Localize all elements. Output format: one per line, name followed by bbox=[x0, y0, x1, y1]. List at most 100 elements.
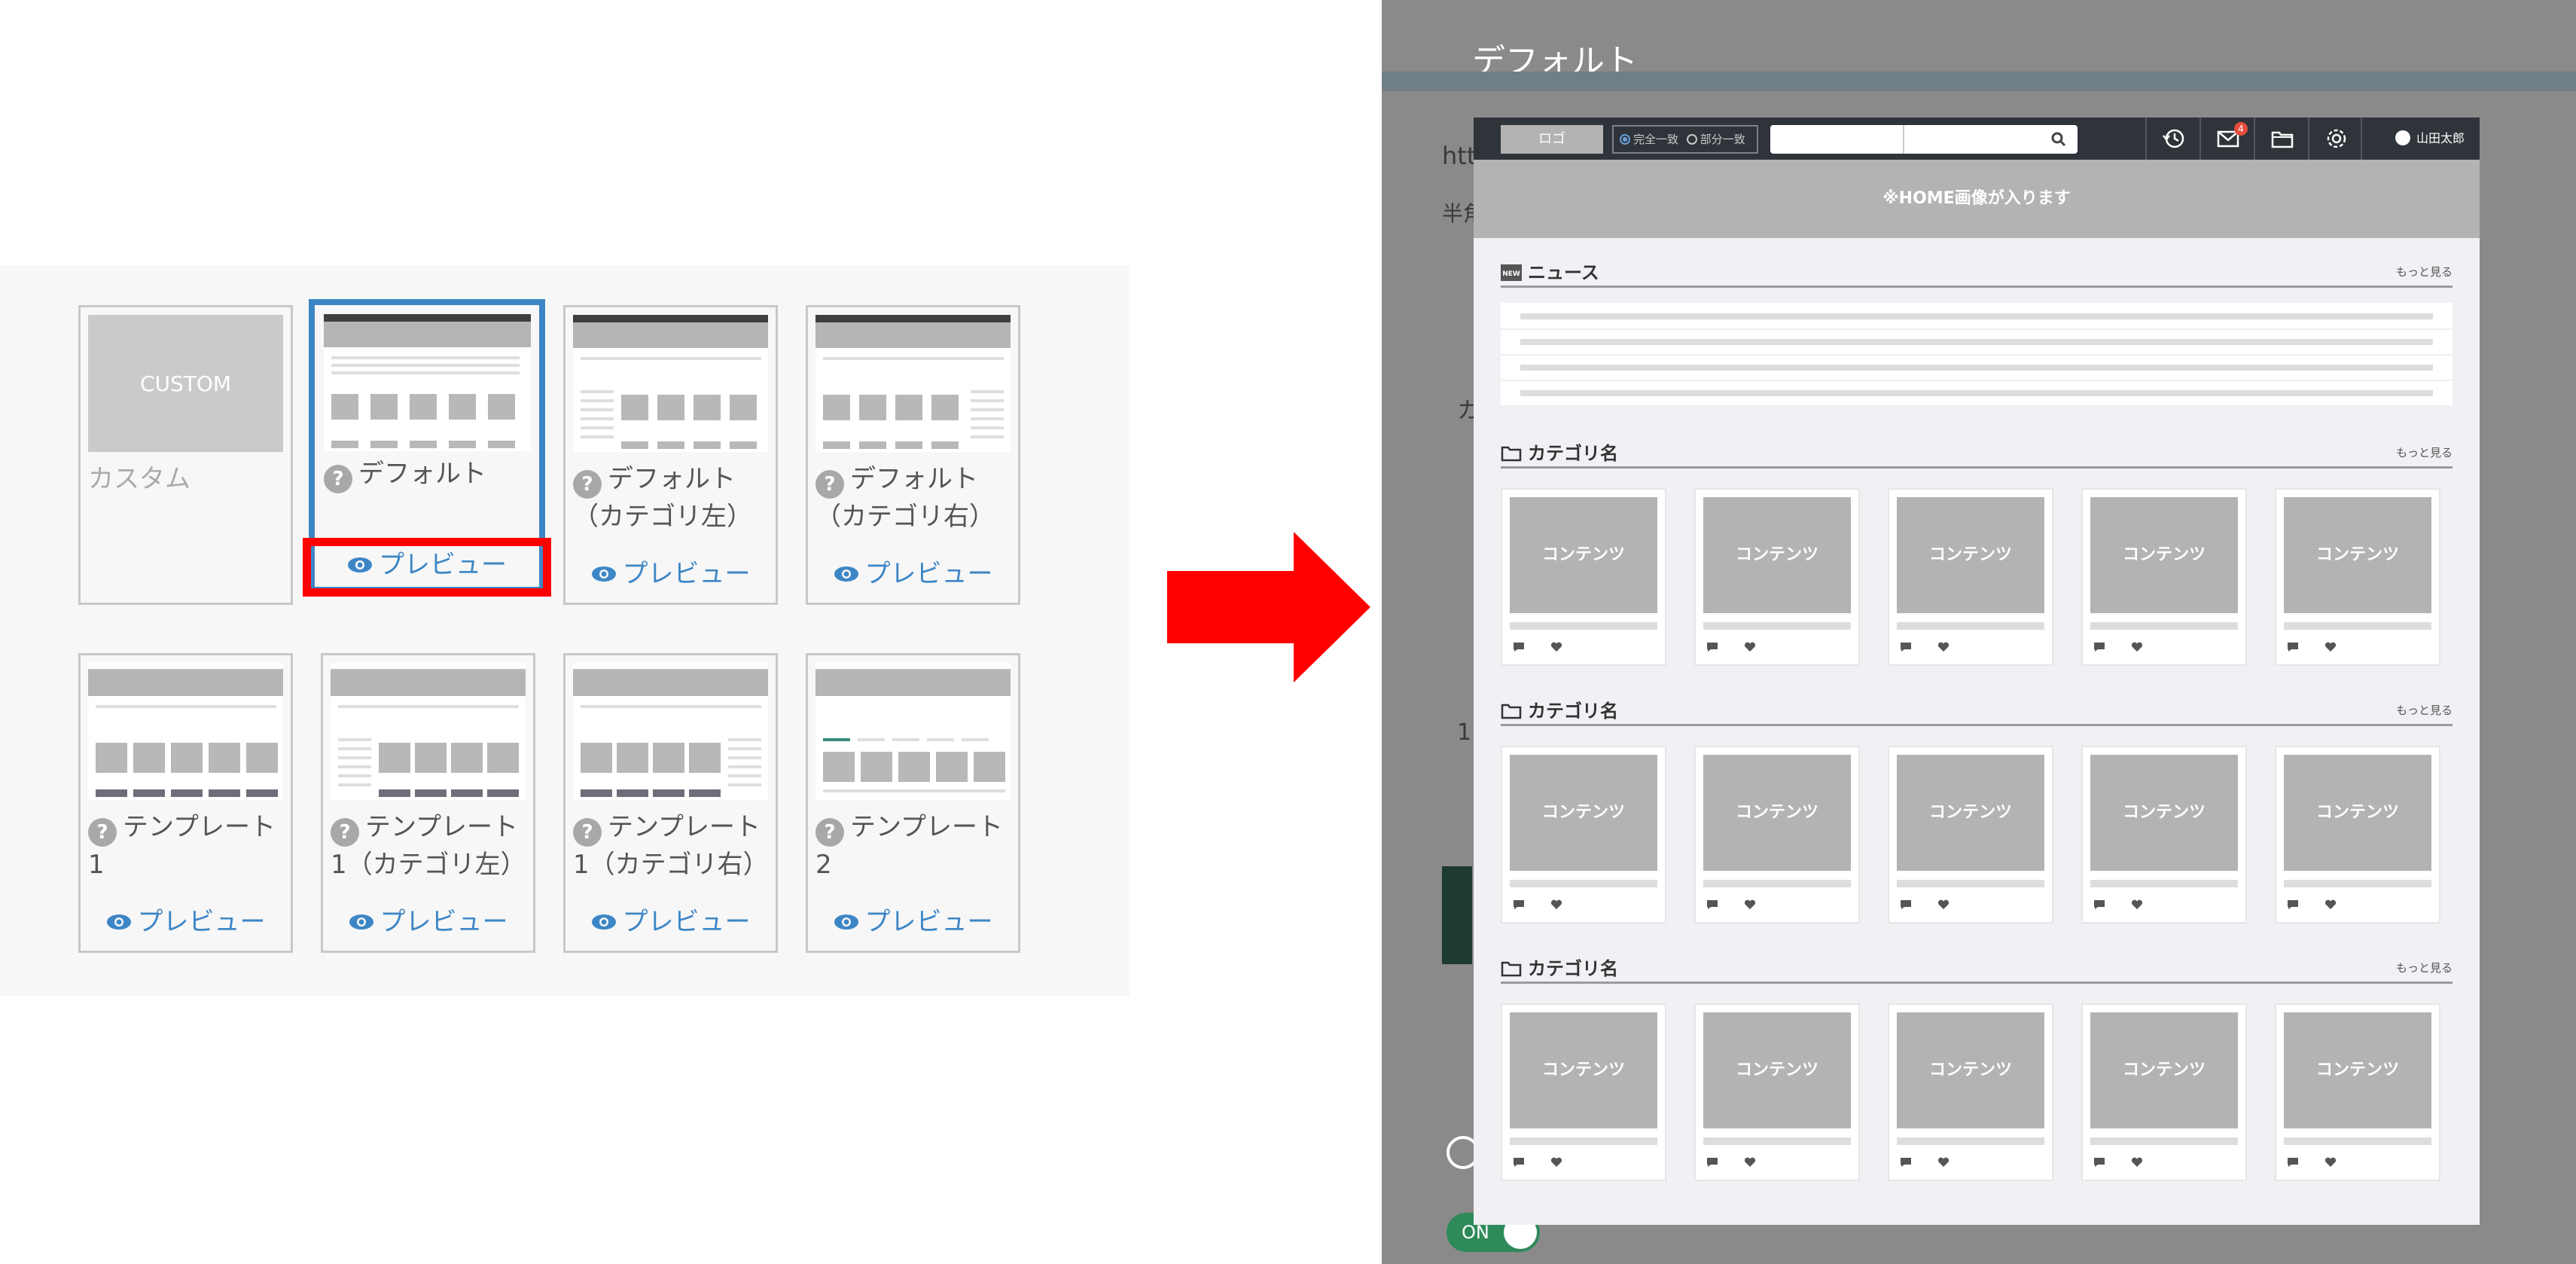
comment-icon bbox=[1514, 1158, 1524, 1167]
template1-category-right-thumbnail bbox=[573, 663, 768, 800]
template-card-template1[interactable]: ? テンプレート1 プレビュー bbox=[78, 653, 293, 953]
template1-category-left-thumbnail bbox=[331, 663, 526, 800]
comment-icon bbox=[2288, 900, 2298, 909]
template1-thumbnail bbox=[88, 663, 283, 800]
heart-icon bbox=[1937, 642, 1950, 652]
content-tile[interactable]: コンテンツ bbox=[1694, 1003, 1860, 1181]
preview-button-default-category-right[interactable]: プレビュー bbox=[808, 553, 1018, 595]
template-name: ? デフォルト bbox=[324, 456, 527, 493]
heart-icon bbox=[2131, 899, 2143, 909]
heart-icon bbox=[2324, 1157, 2337, 1167]
content-tile[interactable]: コンテンツ bbox=[1694, 746, 1860, 924]
news-icon: NEW bbox=[1501, 264, 1522, 281]
folder-button[interactable] bbox=[2254, 118, 2308, 160]
template-card-template2[interactable]: ? テンプレート2 プレビュー bbox=[806, 653, 1020, 953]
content-tile[interactable]: コンテンツ bbox=[2275, 746, 2440, 924]
default-thumbnail bbox=[324, 314, 531, 451]
comment-icon bbox=[2094, 900, 2105, 909]
eye-icon bbox=[834, 914, 858, 930]
news-title: NEW ニュース bbox=[1501, 258, 1599, 284]
help-icon[interactable]: ? bbox=[331, 818, 359, 847]
template-card-template1-category-right[interactable]: ? テンプレート1（カテゴリ右） プレビュー bbox=[563, 653, 778, 953]
content-tile[interactable]: コンテンツ bbox=[2081, 746, 2247, 924]
default-category-left-thumbnail bbox=[573, 315, 768, 452]
comment-icon bbox=[1707, 900, 1718, 909]
more-link[interactable]: もっと見る bbox=[2396, 702, 2453, 718]
template-card-custom[interactable]: CUSTOM カスタム bbox=[78, 305, 293, 605]
comment-icon bbox=[2288, 1158, 2298, 1167]
comment-icon bbox=[2094, 1158, 2105, 1167]
home-image-placeholder: ※HOME画像が入ります bbox=[1474, 160, 2480, 238]
partial-match-label: 部分一致 bbox=[1700, 133, 1745, 146]
preview-logo: ロゴ bbox=[1501, 125, 1603, 154]
news-list bbox=[1501, 303, 2453, 405]
help-icon[interactable]: ? bbox=[815, 470, 844, 499]
content-tile[interactable]: コンテンツ bbox=[1501, 488, 1666, 666]
user-icon bbox=[2395, 130, 2410, 145]
help-icon[interactable]: ? bbox=[324, 465, 352, 493]
heart-icon bbox=[2324, 899, 2337, 909]
preview-button-default-category-left[interactable]: プレビュー bbox=[566, 553, 776, 595]
content-tile[interactable]: コンテンツ bbox=[1501, 746, 1666, 924]
folder-icon bbox=[1501, 445, 1522, 462]
svg-text:NEW: NEW bbox=[1502, 270, 1520, 278]
help-icon[interactable]: ? bbox=[573, 818, 602, 847]
more-link[interactable]: もっと見る bbox=[2396, 960, 2453, 975]
radio-partial-match[interactable] bbox=[1686, 134, 1697, 145]
template-name: ? テンプレート1（カテゴリ左） bbox=[331, 812, 526, 880]
user-menu[interactable]: 山田太郎 bbox=[2395, 118, 2465, 160]
content-tile[interactable]: コンテンツ bbox=[1888, 746, 2053, 924]
content-tile[interactable]: コンテンツ bbox=[2081, 488, 2247, 666]
history-button[interactable] bbox=[2145, 118, 2200, 160]
content-tile[interactable]: コンテンツ bbox=[1888, 488, 2053, 666]
help-icon[interactable]: ? bbox=[88, 818, 117, 847]
heart-icon bbox=[1550, 899, 1562, 909]
template-picker: CUSTOM カスタム ?デフォルト プレビュー ?デフォルト（カテゴリ左） bbox=[0, 265, 1129, 996]
help-icon[interactable]: ? bbox=[815, 818, 844, 847]
content-tile[interactable]: コンテンツ bbox=[2275, 1003, 2440, 1181]
search-icon[interactable] bbox=[2050, 131, 2067, 148]
custom-thumbnail: CUSTOM bbox=[88, 315, 283, 452]
heart-icon bbox=[1744, 1157, 1756, 1167]
more-link[interactable]: もっと見る bbox=[2396, 264, 2453, 279]
template-card-default-category-left[interactable]: ? デフォルト（カテゴリ左） プレビュー bbox=[563, 305, 778, 605]
match-mode-selector[interactable]: 完全一致 部分一致 bbox=[1612, 125, 1758, 154]
settings-button[interactable] bbox=[2308, 118, 2362, 160]
preview-button-template1[interactable]: プレビュー bbox=[81, 901, 291, 943]
content-tile[interactable]: コンテンツ bbox=[2275, 488, 2440, 666]
modal-title-divider bbox=[1382, 72, 2576, 91]
content-tile[interactable]: コンテンツ bbox=[1501, 1003, 1666, 1181]
more-link[interactable]: もっと見る bbox=[2396, 444, 2453, 460]
template-card-template1-category-left[interactable]: ? テンプレート1（カテゴリ左） プレビュー bbox=[321, 653, 535, 953]
template-card-default[interactable]: ? デフォルト プレビュー bbox=[303, 299, 551, 597]
category-title: カテゴリ名 bbox=[1501, 438, 1618, 465]
help-icon[interactable]: ? bbox=[573, 470, 602, 499]
preview-button-template1-category-left[interactable]: プレビュー bbox=[323, 901, 533, 943]
eye-icon bbox=[591, 914, 616, 930]
radio-full-match[interactable] bbox=[1620, 134, 1630, 145]
preview-button-template1-category-right[interactable]: プレビュー bbox=[566, 901, 776, 943]
category-section-header: カテゴリ名 もっと見る bbox=[1501, 692, 2453, 726]
preview-button-template2[interactable]: プレビュー bbox=[808, 901, 1018, 943]
template-card-default-category-right[interactable]: ? デフォルト（カテゴリ右） プレビュー bbox=[806, 305, 1020, 605]
mail-button[interactable]: 4 bbox=[2200, 118, 2254, 160]
background-image bbox=[1442, 866, 1472, 964]
preview-window: ロゴ 完全一致 部分一致 4 山田太郎 ※HOME画像が入ります NEW ニュー… bbox=[1474, 118, 2480, 1225]
comment-icon bbox=[2094, 643, 2105, 652]
comment-icon bbox=[1901, 1158, 1911, 1167]
content-tile[interactable]: コンテンツ bbox=[2081, 1003, 2247, 1181]
template-name: ? テンプレート2 bbox=[815, 812, 1003, 880]
comment-icon bbox=[1707, 643, 1718, 652]
preview-button-default[interactable]: プレビュー bbox=[303, 538, 551, 597]
content-row: コンテンツ コンテンツ コンテンツ コンテンツ コンテンツ bbox=[1501, 746, 2453, 924]
preview-overlay: デフォルト htt 半角 カ 1 ON ロゴ 完全一致 部分一致 4 山田太郎 … bbox=[1382, 0, 2576, 1264]
heart-icon bbox=[1550, 1157, 1562, 1167]
content-tile[interactable]: コンテンツ bbox=[1888, 1003, 2053, 1181]
news-section-header: NEW ニュース もっと見る bbox=[1501, 253, 2453, 288]
content-tile[interactable]: コンテンツ bbox=[1694, 488, 1860, 666]
content-row: コンテンツ コンテンツ コンテンツ コンテンツ コンテンツ bbox=[1501, 488, 2453, 666]
default-category-right-thumbnail bbox=[815, 315, 1011, 452]
comment-icon bbox=[1707, 1158, 1718, 1167]
category-title: カテゴリ名 bbox=[1501, 696, 1618, 722]
preview-search-input[interactable] bbox=[1770, 125, 2078, 154]
